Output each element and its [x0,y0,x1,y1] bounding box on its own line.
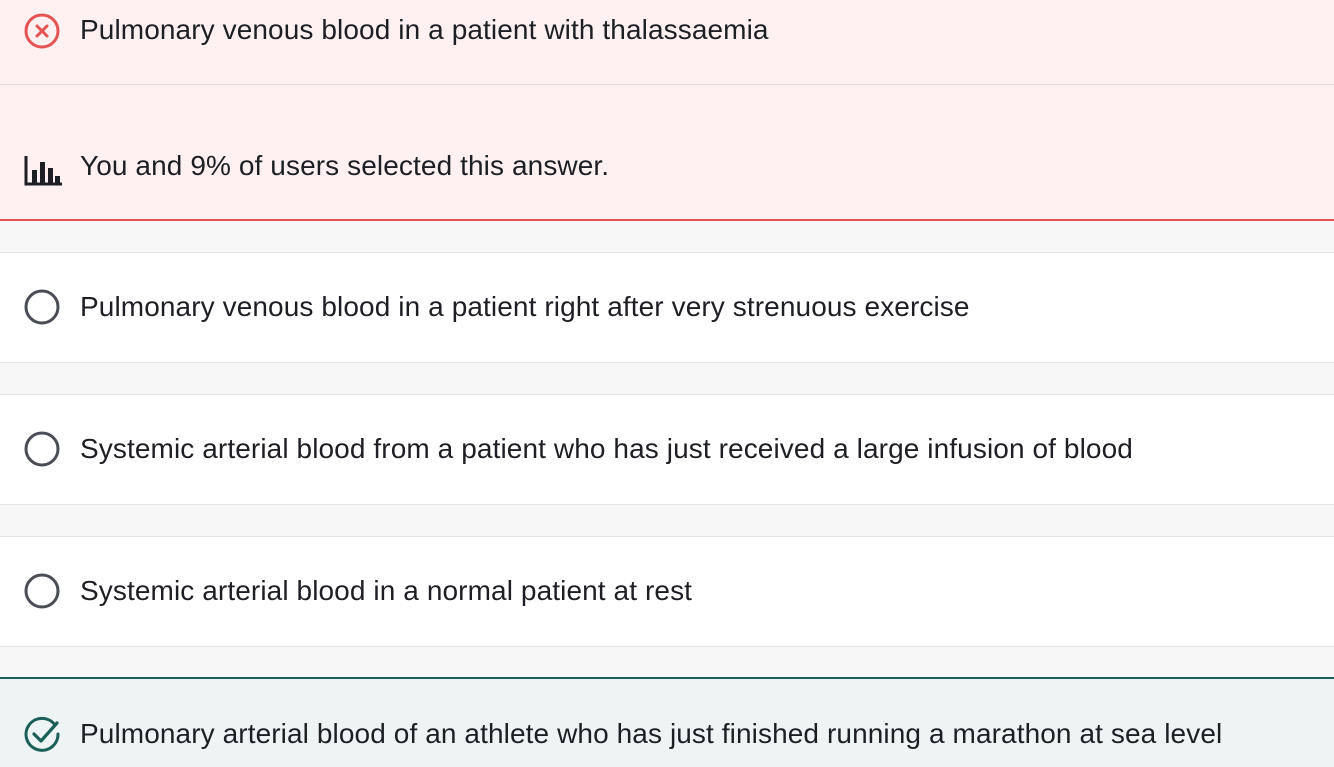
radio-circle-icon[interactable] [22,429,62,469]
stats-text: You and 9% of users selected this answer… [80,150,610,181]
x-circle-icon [22,11,62,51]
answer-label: Systemic arterial blood from a patient w… [80,433,1133,464]
answer-stats: You and 9% of users selected this answer… [0,150,1334,190]
radio-circle-icon[interactable] [22,287,62,327]
answer-label: Pulmonary arterial blood of an athlete w… [80,718,1223,749]
answer-label: Systemic arterial blood in a normal pati… [80,575,693,606]
answer-label: Pulmonary venous blood in a patient with… [80,14,769,45]
answer-row[interactable]: Pulmonary venous blood in a patient with… [0,0,1334,64]
answer-option[interactable]: Pulmonary venous blood in a patient righ… [0,252,1334,363]
divider [0,84,1334,85]
radio-circle-icon[interactable] [22,571,62,611]
answer-option-incorrect[interactable]: Pulmonary venous blood in a patient with… [0,0,1334,221]
check-circle-icon [22,714,62,754]
answer-option[interactable]: Systemic arterial blood in a normal pati… [0,536,1334,647]
answer-label: Pulmonary venous blood in a patient righ… [80,291,970,322]
answer-option[interactable]: Systemic arterial blood from a patient w… [0,394,1334,505]
bar-chart-icon [22,150,62,190]
answer-option-correct[interactable]: Pulmonary arterial blood of an athlete w… [0,677,1334,767]
